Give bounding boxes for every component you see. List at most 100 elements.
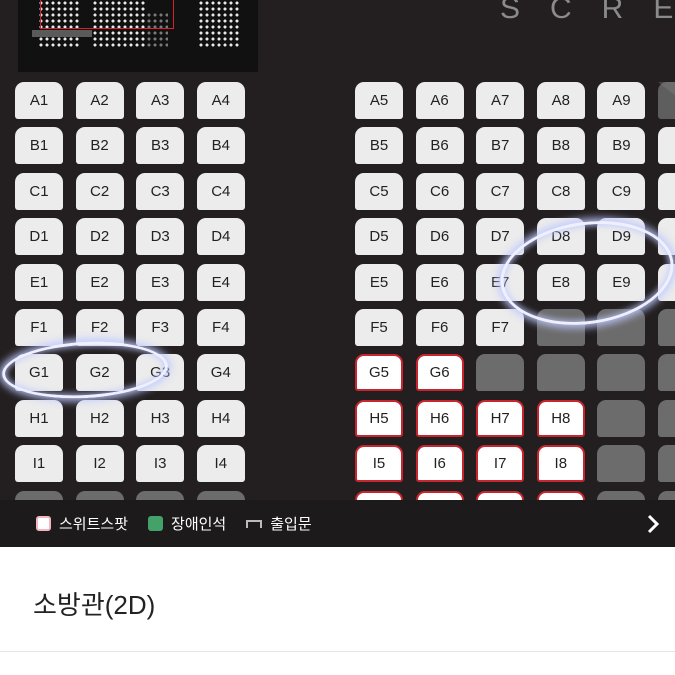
seat-d1[interactable]: D1: [15, 218, 63, 256]
seat-a6[interactable]: A6: [415, 82, 464, 119]
seat-b5[interactable]: B5: [355, 127, 403, 165]
seat-e7[interactable]: E7: [476, 263, 525, 301]
seat-f-right_block-5: [658, 309, 675, 346]
seat-b4[interactable]: B4: [196, 127, 245, 165]
seat-next-row: [136, 490, 185, 500]
seat-b1[interactable]: B1: [15, 127, 63, 165]
screen-label: SCREEN: [500, 0, 675, 25]
seat-e6[interactable]: E6: [415, 263, 464, 301]
seat-i-right_block-5: [658, 445, 675, 483]
seat-e[interactable]: E: [658, 263, 675, 301]
theater-title: 소방관(2D): [33, 590, 156, 620]
seat-g4[interactable]: G4: [196, 354, 245, 392]
seat-b9[interactable]: B9: [597, 127, 646, 165]
seat-a8[interactable]: A8: [536, 82, 585, 119]
seat-d5[interactable]: D5: [355, 218, 403, 256]
seat-d4[interactable]: D4: [196, 218, 245, 256]
seat-h3[interactable]: H3: [136, 399, 185, 437]
seat-i1[interactable]: I1: [15, 445, 63, 483]
seat-a3[interactable]: A3: [136, 82, 185, 119]
seat-e5[interactable]: E5: [355, 263, 403, 301]
seat-h4[interactable]: H4: [196, 399, 245, 437]
seat-g6[interactable]: G6: [415, 354, 464, 392]
seat-f7[interactable]: F7: [476, 309, 525, 346]
seat-e8[interactable]: E8: [536, 263, 585, 301]
seat-d8[interactable]: D8: [536, 218, 585, 256]
seat-c5[interactable]: C5: [355, 172, 403, 210]
seat-g2[interactable]: G2: [75, 354, 124, 392]
seat-d-right_block-5[interactable]: [658, 218, 675, 256]
seat-c8[interactable]: C8: [536, 172, 585, 210]
seat-i8[interactable]: I8: [536, 445, 585, 483]
chevron-right-icon[interactable]: [643, 512, 663, 536]
seat-d6[interactable]: D6: [415, 218, 464, 256]
seat-map[interactable]: SCREEN A1 A2 A3 A4 B1 B2 B3 B4 C1 C2 C3 C4 D1 D2 D3 D4 E…: [0, 0, 675, 500]
seat-b[interactable]: B: [658, 127, 675, 165]
seat-e9[interactable]: E9: [597, 263, 646, 301]
seat-a7[interactable]: A7: [476, 82, 525, 119]
seat-d7[interactable]: D7: [476, 218, 525, 256]
seat-c7[interactable]: C7: [476, 172, 525, 210]
seat-b8[interactable]: B8: [536, 127, 585, 165]
legend-sweetspot: 스위트스팟: [36, 513, 128, 534]
seat-b7[interactable]: B7: [476, 127, 525, 165]
seat-f2[interactable]: F2: [75, 309, 124, 346]
seat-c4[interactable]: C4: [196, 172, 245, 210]
seat-e3[interactable]: E3: [136, 263, 185, 301]
seat-f3[interactable]: F3: [136, 309, 185, 346]
seat-f1[interactable]: F1: [15, 309, 63, 346]
seat-i2[interactable]: I2: [75, 445, 124, 483]
seat-g5[interactable]: G5: [355, 354, 403, 392]
seat-i4[interactable]: I4: [196, 445, 245, 483]
seat-h6[interactable]: H6: [415, 399, 464, 437]
seat-d3[interactable]: D3: [136, 218, 185, 256]
seat-a5[interactable]: A5: [355, 82, 403, 119]
seat-c9[interactable]: C9: [597, 172, 646, 210]
seat-a1[interactable]: A1: [15, 82, 63, 119]
seat-minimap[interactable]: [18, 0, 258, 72]
seat-e4[interactable]: E4: [196, 263, 245, 301]
seat-g-right_block-5: [658, 354, 675, 392]
seat-i3[interactable]: I3: [136, 445, 185, 483]
seat-h5[interactable]: H5: [355, 399, 403, 437]
seat-next-row: [75, 490, 124, 500]
seat-c[interactable]: C: [658, 172, 675, 210]
seat-h2[interactable]: H2: [75, 399, 124, 437]
seat-c1[interactable]: C1: [15, 172, 63, 210]
seat-i6[interactable]: I6: [415, 445, 464, 483]
seat-next-row: [15, 490, 63, 500]
seat-a-right_block-5[interactable]: [658, 82, 675, 119]
minimap-viewport[interactable]: [40, 0, 174, 29]
seat-next-row: [355, 490, 403, 500]
seat-f-right_block-4: [597, 309, 646, 346]
seat-c3[interactable]: C3: [136, 172, 185, 210]
seat-b2[interactable]: B2: [75, 127, 124, 165]
seat-next-row: [658, 490, 675, 500]
seat-a2[interactable]: A2: [75, 82, 124, 119]
seat-next-row: [597, 490, 646, 500]
seat-b6[interactable]: B6: [415, 127, 464, 165]
seat-g1[interactable]: G1: [15, 354, 63, 392]
seat-c2[interactable]: C2: [75, 172, 124, 210]
seat-a4[interactable]: A4: [196, 82, 245, 119]
seat-c6[interactable]: C6: [415, 172, 464, 210]
seat-e1[interactable]: E1: [15, 263, 63, 301]
seat-d9[interactable]: D9: [597, 218, 646, 256]
seat-d2[interactable]: D2: [75, 218, 124, 256]
seat-h1[interactable]: H1: [15, 399, 63, 437]
seat-f5[interactable]: F5: [355, 309, 403, 346]
seat-h8[interactable]: H8: [536, 399, 585, 437]
seat-i7[interactable]: I7: [476, 445, 525, 483]
legend-exit: 출입문: [246, 513, 312, 534]
seat-g-right_block-3: [536, 354, 585, 392]
seat-legend: 스위트스팟 장애인석 출입문: [0, 500, 675, 547]
legend-sweetspot-label: 스위트스팟: [59, 516, 129, 533]
seat-i5[interactable]: I5: [355, 445, 403, 483]
seat-a9[interactable]: A9: [597, 82, 646, 119]
seat-b3[interactable]: B3: [136, 127, 185, 165]
seat-g3[interactable]: G3: [136, 354, 185, 392]
seat-h7[interactable]: H7: [476, 399, 525, 437]
seat-e2[interactable]: E2: [75, 263, 124, 301]
seat-f4[interactable]: F4: [196, 309, 245, 346]
seat-f6[interactable]: F6: [415, 309, 464, 346]
